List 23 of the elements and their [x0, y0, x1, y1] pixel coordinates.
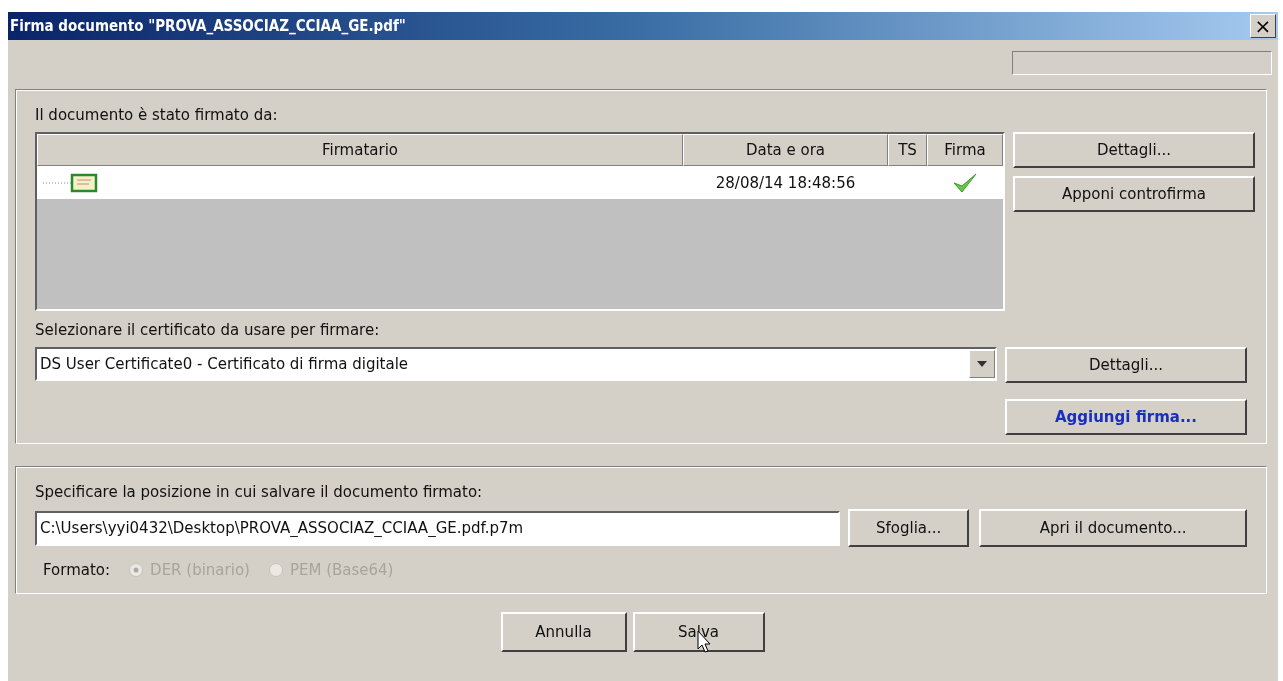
- section-label: Il documento è stato firmato da:: [35, 106, 279, 124]
- dialog-button[interactable]: Annulla: [500, 612, 627, 652]
- format-label: Formato:: [43, 561, 111, 579]
- window-title: Firma documento "PROVA_ASSOCIAZ_CCIAA_GE.pdf": [10, 17, 406, 35]
- section-label: Selezionare il certificato da usare per firmare:: [35, 321, 381, 339]
- path-field[interactable]: C:\Users\yyi0432\Desktop\PROVA_ASSOCIAZ_CCIAA_GE.pdf.p7m: [35, 510, 841, 546]
- browse-button[interactable]: Sfoglia...: [848, 509, 970, 547]
- certificate-dropdown[interactable]: DS User Certificate0 - Certificato di firma digitale: [35, 347, 997, 381]
- action-button[interactable]: Aggiungi firma...: [1005, 399, 1247, 435]
- column-header[interactable]: Firma: [927, 134, 1003, 166]
- table-cell-text: 28/08/14 18:48:56: [714, 172, 857, 194]
- action-button[interactable]: Dettagli...: [1005, 347, 1247, 383]
- open-document-button[interactable]: Apri il documento...: [979, 509, 1247, 547]
- column-header[interactable]: Data e ora: [683, 134, 888, 166]
- action-button[interactable]: Dettagli...: [1013, 132, 1255, 168]
- section-label: Specificare la posizione in cui salvare il documento firmato:: [35, 483, 484, 501]
- tree-certificate-icon: [41, 172, 99, 193]
- column-header[interactable]: TS: [888, 134, 927, 166]
- action-button[interactable]: Apponi controfirma: [1013, 176, 1255, 212]
- close-button[interactable]: ×: [1250, 14, 1276, 38]
- column-header[interactable]: Firmatario: [37, 134, 683, 166]
- dropdown-arrow-icon: [977, 361, 987, 367]
- table-row[interactable]: 28/08/14 18:48:56: [37, 166, 1003, 199]
